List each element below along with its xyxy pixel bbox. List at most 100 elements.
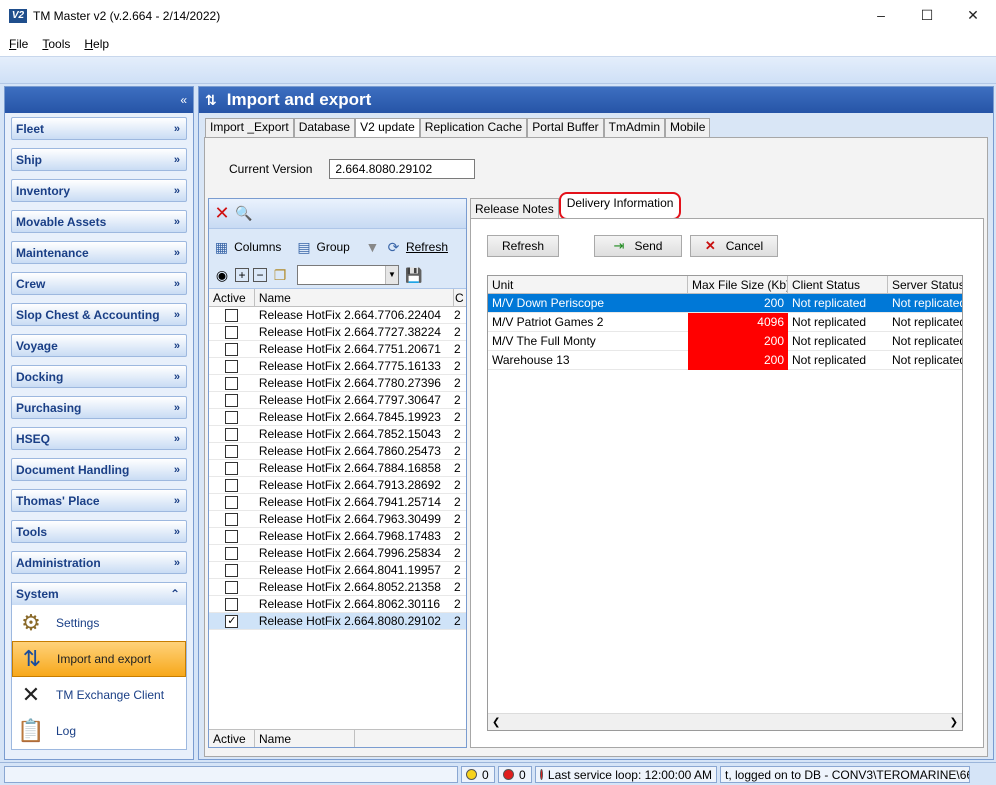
table-row[interactable]: Release HotFix 2.664.7941.25714 2 [209,494,466,511]
sidebar-item-hseq[interactable]: HSEQ» [11,427,187,450]
sidebar-item-maintenance[interactable]: Maintenance» [11,241,187,264]
column-name[interactable]: Name [255,289,455,306]
menu-file[interactable]: File [9,37,28,51]
table-row[interactable]: Release HotFix 2.664.7884.16858 2 [209,460,466,477]
tab-database[interactable]: Database [293,118,356,137]
copy-icon[interactable]: ❐ [271,266,289,284]
active-checkbox[interactable] [225,427,239,441]
active-checkbox[interactable] [225,580,239,594]
horizontal-scrollbar[interactable]: ❮ ❯ [488,713,962,730]
table-row[interactable]: Release HotFix 2.664.7797.30647 2 [209,392,466,409]
sidebar-item-settings[interactable]: ⚙ Settings [12,605,186,641]
scroll-left-icon[interactable]: ❮ [492,717,500,728]
column-client-status[interactable]: Client Status [788,276,888,293]
sidebar-item-docking[interactable]: Docking» [11,365,187,388]
table-row[interactable]: Release HotFix 2.664.7860.25473 2 [209,443,466,460]
list-refresh-button[interactable]: Refresh [406,240,448,254]
active-checkbox[interactable] [225,376,239,390]
table-row[interactable]: Release HotFix 2.664.7780.27396 2 [209,375,466,392]
binoculars-icon[interactable]: ◉ [213,266,231,284]
minimize-button[interactable]: – [858,0,904,30]
menu-help[interactable]: Help [84,37,109,51]
refresh-button[interactable]: Refresh [487,235,559,257]
resize-grip[interactable] [974,766,992,783]
collapse-all-icon[interactable]: − [253,268,267,282]
column-max-file-size[interactable]: Max File Size (Kb) [688,276,788,293]
active-checkbox[interactable] [225,308,239,322]
table-row[interactable]: Release HotFix 2.664.7852.15043 2 [209,426,466,443]
active-checkbox[interactable] [225,393,239,407]
delete-icon[interactable]: ✕ [213,203,231,223]
send-button[interactable]: ⇥ Send [594,235,682,257]
sidebar-item-tm-exchange-client[interactable]: ✕ TM Exchange Client [12,677,186,713]
sidebar-item-voyage[interactable]: Voyage» [11,334,187,357]
table-row[interactable]: Release HotFix 2.664.7845.19923 2 [209,409,466,426]
sidebar-item-movable-assets[interactable]: Movable Assets» [11,210,187,233]
active-checkbox[interactable] [225,478,239,492]
close-button[interactable]: ✕ [950,0,996,30]
table-row[interactable]: ✓ Release HotFix 2.664.8080.29102 2 [209,613,466,630]
sidebar-item-administration[interactable]: Administration» [11,551,187,574]
table-row[interactable]: M/V Patriot Games 2 4096 Not replicated Not… [488,312,962,332]
sidebar-item-purchasing[interactable]: Purchasing» [11,396,187,419]
sidebar-item-inventory[interactable]: Inventory» [11,179,187,202]
tab-tmadmin[interactable]: TmAdmin [603,118,666,137]
active-checkbox[interactable] [225,359,239,373]
cancel-button[interactable]: ✕ Cancel [690,235,778,257]
menu-tools[interactable]: Tools [42,37,70,51]
sidebar-item-thomas-place[interactable]: Thomas' Place» [11,489,187,512]
tab-portal-buffer[interactable]: Portal Buffer [527,118,604,137]
sidebar-item-system[interactable]: System ⌃ [12,583,186,605]
table-row[interactable]: Release HotFix 2.664.8052.21358 2 [209,579,466,596]
scroll-right-icon[interactable]: ❯ [950,717,958,728]
table-row[interactable]: Release HotFix 2.664.7968.17483 2 [209,528,466,545]
tab-release-notes[interactable]: Release Notes [470,198,559,218]
tab-delivery-information[interactable]: Delivery Information [558,192,682,220]
active-checkbox[interactable]: ✓ [225,614,239,628]
table-row[interactable]: Release HotFix 2.664.7727.38224 2 [209,324,466,341]
active-checkbox[interactable] [225,325,239,339]
tab-mobile[interactable]: Mobile [665,118,711,137]
columns-button[interactable]: Columns [234,240,281,254]
active-checkbox[interactable] [225,563,239,577]
expand-all-icon[interactable]: + [235,268,249,282]
column-unit[interactable]: Unit [488,276,688,293]
column-extra[interactable]: C [454,289,466,306]
table-row[interactable]: Release HotFix 2.664.8062.30116 2 [209,596,466,613]
preview-icon[interactable]: 🔍 [235,205,253,223]
table-row[interactable]: M/V The Full Monty 200 Not replicated Not r… [488,331,962,351]
table-row[interactable]: Release HotFix 2.664.7751.20671 2 [209,341,466,358]
tab-v2-update[interactable]: V2 update [355,118,420,137]
maximize-button[interactable]: ☐ [904,0,950,30]
group-button[interactable]: Group [316,240,349,254]
sidebar-item-log[interactable]: 📋 Log [12,713,186,749]
active-checkbox[interactable] [225,546,239,560]
filter-icon[interactable]: ▼ [364,238,381,256]
active-checkbox[interactable] [225,495,239,509]
active-checkbox[interactable] [225,444,239,458]
active-checkbox[interactable] [225,597,239,611]
sidebar-item-slop-chest[interactable]: Slop Chest & Accounting» [11,303,187,326]
table-row[interactable]: Release HotFix 2.664.7913.28692 2 [209,477,466,494]
column-server-status[interactable]: Server Status [888,276,962,293]
sidebar-item-import-and-export[interactable]: ⇅ Import and export [12,641,186,677]
active-checkbox[interactable] [225,342,239,356]
collapse-sidebar-icon[interactable]: « [180,93,187,107]
tab-replication-cache[interactable]: Replication Cache [419,118,528,137]
current-version-field[interactable] [329,159,476,179]
sidebar-item-document-handling[interactable]: Document Handling» [11,458,187,481]
error-count[interactable]: 0 [498,766,532,783]
table-row[interactable]: Release HotFix 2.664.7963.30499 2 [209,511,466,528]
tab-import-export[interactable]: Import _Export [205,118,294,137]
sidebar-item-crew[interactable]: Crew» [11,272,187,295]
active-checkbox[interactable] [225,512,239,526]
active-checkbox[interactable] [225,461,239,475]
active-checkbox[interactable] [225,529,239,543]
table-row[interactable]: Release HotFix 2.664.7706.22404 2 [209,307,466,324]
active-checkbox[interactable] [225,410,239,424]
sidebar-item-fleet[interactable]: Fleet» [11,117,187,140]
column-active[interactable]: Active [209,289,255,306]
table-row[interactable]: Release HotFix 2.664.8041.19957 2 [209,562,466,579]
sidebar-item-ship[interactable]: Ship» [11,148,187,171]
filter-combo[interactable]: ▼ [297,265,399,285]
